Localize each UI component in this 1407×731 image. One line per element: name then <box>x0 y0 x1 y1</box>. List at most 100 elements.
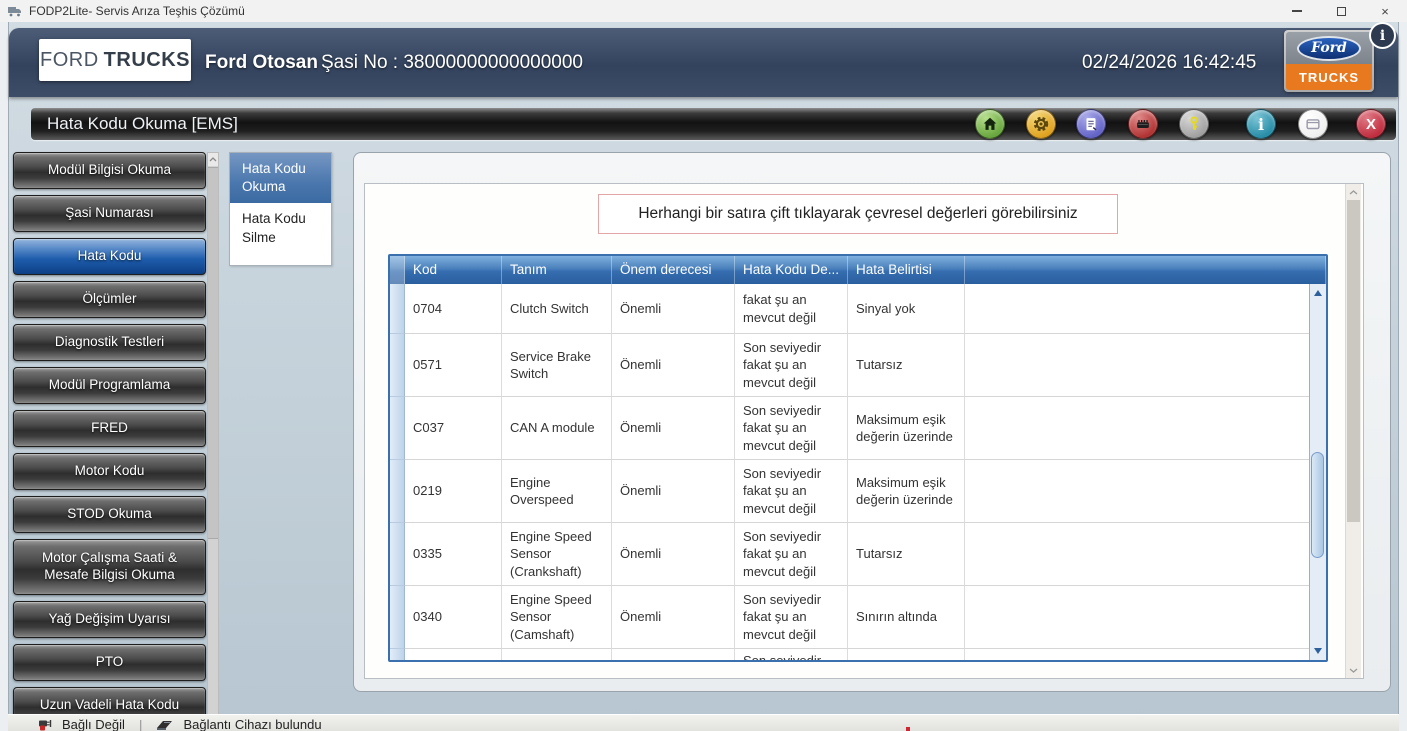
header-cell[interactable]: Kod <box>405 256 502 284</box>
submenu-item[interactable]: Hata Kodu Okuma <box>230 153 331 203</box>
sidebar-menu: Modül Bilgisi Okuma Şasi Numarası Hata Kod… <box>13 152 206 724</box>
page-title-bar: Hata Kodu Okuma [EMS] i X <box>31 108 1396 140</box>
cell-onem <box>612 649 735 660</box>
sidebar-item[interactable]: Ölçümler <box>13 281 206 318</box>
status-separator: | <box>139 717 143 731</box>
sidebar-item[interactable]: Şasi Numarası <box>13 195 206 232</box>
cell-filler <box>965 523 1326 586</box>
cell-tanim: CAN A module <box>502 397 612 460</box>
sidebar-scrollbar[interactable] <box>207 152 219 731</box>
app-window: FODP2Lite- Servis Arıza Teşhis Çözümü × … <box>0 0 1407 731</box>
close-window-button[interactable]: × <box>1363 0 1407 22</box>
cell-onem: Önemli <box>612 334 735 397</box>
info-icon[interactable]: i <box>1369 22 1396 49</box>
device-status: Bağlantı Cihazı bulundu <box>184 717 322 731</box>
table-row[interactable]: C037CAN A moduleÖnemliSon seviyedir faka… <box>390 397 1326 460</box>
cell-belirti: Tutarsız <box>848 334 965 397</box>
table-row[interactable]: Son seviyedir <box>390 649 1326 660</box>
fault-table: KodTanımÖnem derecesiHata Kodu De...Hata… <box>388 254 1328 662</box>
row-selector-cell[interactable] <box>390 523 405 586</box>
header-cell[interactable]: Hata Kodu De... <box>735 256 848 284</box>
header-cell[interactable]: Önem derecesi <box>612 256 735 284</box>
cell-tanim: Engine Overspeed <box>502 460 612 523</box>
header-cell[interactable]: Hata Belirtisi <box>848 256 965 284</box>
window-title: FODP2Lite- Servis Arıza Teşhis Çözümü <box>29 4 245 18</box>
row-selector-cell[interactable] <box>390 460 405 523</box>
table-row[interactable]: 0340Engine Speed Sensor (Camshaft)Önemli… <box>390 586 1326 649</box>
header: FORD TRUCKS Ford Otosan Şasi No : 380000… <box>9 28 1398 97</box>
report-button[interactable] <box>1076 109 1106 139</box>
sidebar-item[interactable]: Modül Bilgisi Okuma <box>13 152 206 189</box>
close-page-button[interactable]: X <box>1356 109 1386 139</box>
sidebar-item[interactable]: PTO <box>13 644 206 681</box>
cell-filler <box>965 397 1326 460</box>
sidebar-item[interactable]: Yağ Değişim Uyarısı <box>13 601 206 638</box>
table-row[interactable]: 0219Engine OverspeedÖnemliSon seviyedir … <box>390 460 1326 523</box>
cell-onem: Önemli <box>612 397 735 460</box>
row-selector-cell[interactable] <box>390 649 405 660</box>
chassis-number: Şasi No : 38000000000000000 <box>321 28 583 97</box>
cell-detay: Son seviyedir fakat şu an mevcut değil <box>735 397 848 460</box>
scroll-down-icon[interactable] <box>1314 648 1322 654</box>
table-row[interactable]: 0335Engine Speed Sensor (Crankshaft)Önem… <box>390 523 1326 586</box>
ford-oval-logo: Ford <box>1286 32 1372 64</box>
scroll-up-icon[interactable] <box>1346 184 1361 200</box>
sidebar-item[interactable]: STOD Okuma <box>13 496 206 533</box>
table-scrollbar[interactable] <box>1309 284 1326 660</box>
window-button[interactable] <box>1298 109 1328 139</box>
table-row[interactable]: 0571Service Brake SwitchÖnemliSon seviye… <box>390 334 1326 397</box>
ecu-button[interactable] <box>1128 109 1158 139</box>
header-cell[interactable]: Tanım <box>502 256 612 284</box>
cell-detay: Son seviyedir fakat şu an mevcut değil <box>735 460 848 523</box>
submenu-item[interactable]: Hata Kodu Silme <box>230 203 331 265</box>
cell-onem: Önemli <box>612 586 735 649</box>
cell-onem: Önemli <box>612 284 735 334</box>
content-scrollbar[interactable] <box>1345 184 1361 678</box>
info-button[interactable]: i <box>1246 109 1276 139</box>
device-icon <box>155 718 177 731</box>
hint-box: Herhangi bir satıra çift tıklayarak çevr… <box>598 194 1118 234</box>
home-button[interactable] <box>975 109 1005 139</box>
row-selector-cell[interactable] <box>390 284 405 334</box>
table-row[interactable]: 0704Clutch SwitchÖnemlifakat şu an mevcu… <box>390 284 1326 334</box>
row-selector-cell[interactable] <box>390 397 405 460</box>
sidebar-item[interactable]: Motor Çalışma Saati & Mesafe Bilgisi Oku… <box>13 539 206 595</box>
scroll-up-icon[interactable] <box>208 153 218 166</box>
header-filler-cell <box>965 256 1326 284</box>
cell-kod: C037 <box>405 397 502 460</box>
cell-filler <box>965 649 1326 660</box>
scroll-up-icon[interactable] <box>1314 290 1322 296</box>
sidebar-item[interactable]: FRED <box>13 410 206 447</box>
cell-kod: 0340 <box>405 586 502 649</box>
cell-filler <box>965 460 1326 523</box>
cell-tanim: Engine Speed Sensor (Crankshaft) <box>502 523 612 586</box>
cell-tanim <box>502 649 612 660</box>
sidebar-item[interactable]: Motor Kodu <box>13 453 206 490</box>
sidebar-item[interactable]: Diagnostik Testleri <box>13 324 206 361</box>
scrollbar-thumb[interactable] <box>1311 452 1324 558</box>
report-icon <box>1082 115 1100 133</box>
key-button[interactable] <box>1179 109 1209 139</box>
sidebar-item[interactable]: Modül Programlama <box>13 367 206 404</box>
cell-detay: Son seviyedir fakat şu an mevcut değil <box>735 586 848 649</box>
cell-belirti: Tutarsız <box>848 523 965 586</box>
cell-kod <box>405 649 502 660</box>
row-selector-cell[interactable] <box>390 586 405 649</box>
minimize-button[interactable] <box>1275 0 1319 22</box>
home-icon <box>981 115 999 133</box>
cell-tanim: Clutch Switch <box>502 284 612 334</box>
cell-filler <box>965 334 1326 397</box>
maximize-button[interactable] <box>1319 0 1363 22</box>
cell-filler <box>965 586 1326 649</box>
cell-detay: Son seviyedir fakat şu an mevcut değil <box>735 334 848 397</box>
settings-button[interactable] <box>1026 109 1056 139</box>
scroll-down-icon[interactable] <box>1346 662 1361 678</box>
scrollbar-thumb[interactable] <box>208 167 218 539</box>
content-inner: Herhangi bir satıra çift tıklayarak çevr… <box>364 183 1364 679</box>
cell-detay: fakat şu an mevcut değil <box>735 284 848 334</box>
red-mark <box>906 727 910 731</box>
row-selector-cell[interactable] <box>390 334 405 397</box>
scrollbar-thumb[interactable] <box>1347 200 1360 522</box>
gear-icon <box>1032 115 1050 133</box>
sidebar-item[interactable]: Hata Kodu <box>13 238 206 275</box>
